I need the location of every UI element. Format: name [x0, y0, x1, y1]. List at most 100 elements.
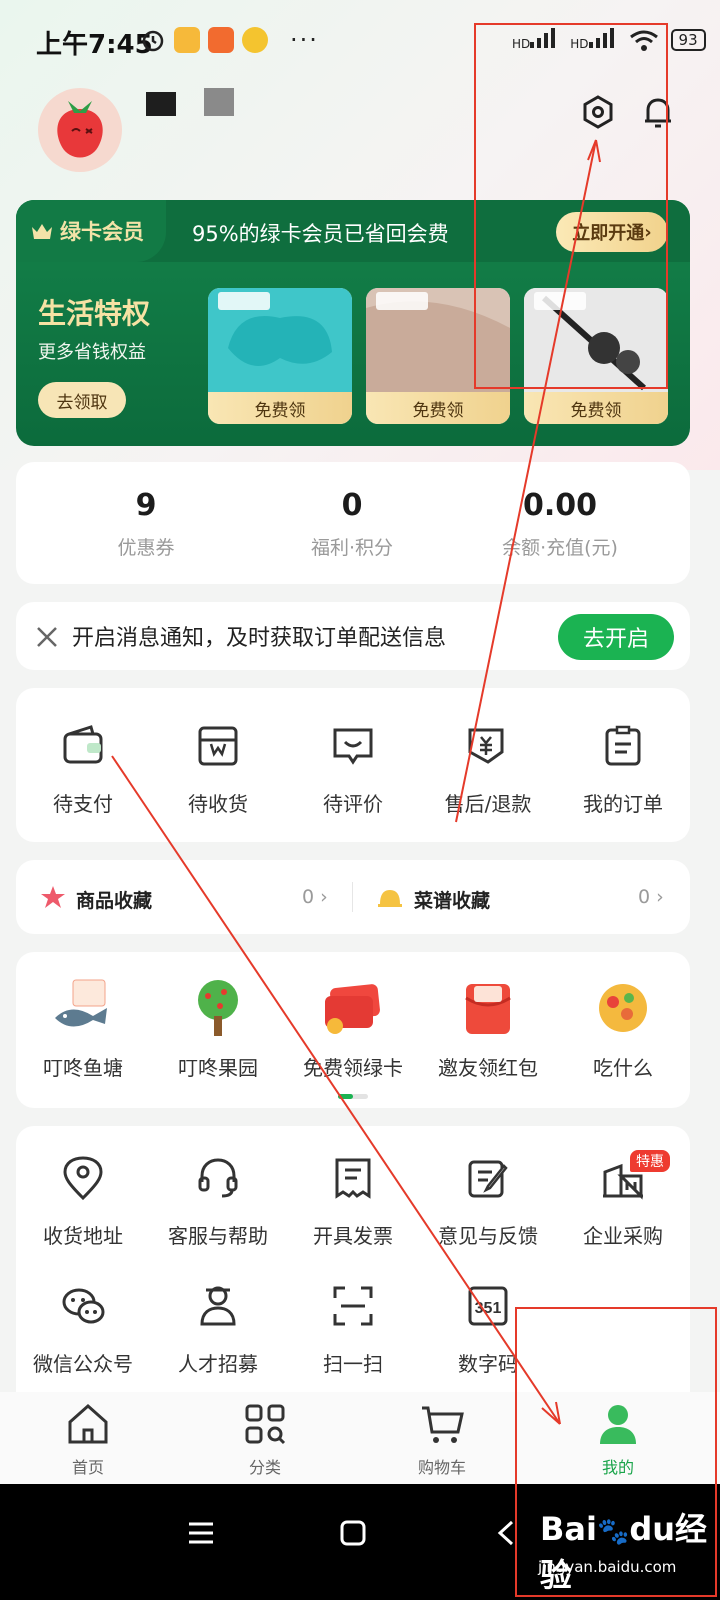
tab-label: 首页: [71, 1458, 104, 1477]
promo-fish-pond[interactable]: 叮咚鱼塘: [16, 978, 150, 1081]
red-packet-icon: [465, 984, 511, 1034]
tab-home[interactable]: 首页: [38, 1400, 138, 1478]
notification-banner: 开启消息通知，及时获取订单配送信息 去开启: [16, 602, 690, 670]
cart-icon: [422, 1406, 464, 1443]
battery-indicator: 93: [670, 28, 706, 51]
tree-icon: [198, 980, 238, 1036]
order-refund[interactable]: 售后/退款: [421, 722, 555, 817]
services-card: 收货地址 客服与帮助 开具发票 意见与反馈 特惠 企业采购 微信公众号 人才招募…: [16, 1126, 690, 1416]
order-pending-delivery[interactable]: 待收货: [151, 722, 285, 817]
signal-label: HD: [570, 37, 589, 51]
promo-invite-red-packet[interactable]: 邀友领红包: [421, 978, 555, 1081]
signal-icon: HD: [570, 28, 616, 51]
service-digital-code[interactable]: 351 数字码: [421, 1282, 555, 1377]
orders-card: 待支付 待收货 待评价 售后/退款 我的订单: [16, 688, 690, 842]
promo-what-to-eat[interactable]: 吃什么: [556, 978, 690, 1081]
points-stat[interactable]: 0 福利·积分: [242, 488, 462, 560]
brand-logo-icon: [376, 292, 428, 310]
recipe-favorites-label[interactable]: 菜谱收藏: [414, 886, 490, 913]
order-pending-payment[interactable]: 待支付: [16, 722, 150, 817]
coupon-stat[interactable]: 9 优惠券: [36, 488, 256, 560]
vip-claim-button[interactable]: 去领取: [38, 382, 126, 418]
carousel-indicator: [338, 1094, 368, 1099]
more-icon: ···: [290, 26, 319, 54]
back-icon[interactable]: [494, 1518, 518, 1548]
goods-favorites-label[interactable]: 商品收藏: [76, 886, 152, 913]
service-wechat-account[interactable]: 微信公众号: [16, 1282, 150, 1377]
avatar[interactable]: [38, 88, 122, 172]
bell-icon[interactable]: [640, 94, 676, 130]
favorites-count: 0: [302, 886, 315, 908]
order-label: 待支付: [53, 792, 113, 816]
status-notification-icons: ···: [140, 26, 319, 54]
service-address[interactable]: 收货地址: [16, 1154, 150, 1249]
promo-label: 邀友领红包: [438, 1056, 538, 1080]
vip-tagline: 95%的绿卡会员已省回会费: [192, 222, 449, 246]
vip-badge-label: 绿卡会员: [60, 220, 144, 244]
service-enterprise-purchase[interactable]: 特惠 企业采购: [556, 1150, 690, 1249]
my-orders[interactable]: 我的订单: [556, 722, 690, 817]
promo-free-green-card[interactable]: 免费领绿卡: [286, 978, 420, 1081]
tab-label: 分类: [248, 1458, 281, 1477]
order-pending-review[interactable]: 待评价: [286, 722, 420, 817]
bottom-tab-bar: 首页 分类 购物车 我的: [0, 1392, 720, 1484]
promo-orchard[interactable]: 叮咚果园: [151, 978, 285, 1081]
free-claim-button[interactable]: 免费领: [208, 392, 352, 424]
chevron-right-icon: ›: [320, 886, 328, 908]
free-claim-button[interactable]: 免费领: [366, 392, 510, 424]
crown-icon: [32, 224, 52, 239]
headset-icon: [198, 1158, 238, 1198]
tab-me[interactable]: 我的: [568, 1400, 668, 1478]
service-customer-help[interactable]: 客服与帮助: [151, 1154, 285, 1249]
vip-title: 生活特权: [38, 297, 151, 330]
vip-product-card[interactable]: 免费领: [366, 288, 510, 424]
promo-label: 免费领绿卡: [303, 1056, 403, 1080]
app-notification-icon: [208, 27, 234, 53]
vip-product-card[interactable]: 免费领: [524, 288, 668, 424]
status-time: 上午7:45: [36, 30, 153, 60]
tab-category[interactable]: 分类: [215, 1400, 315, 1478]
service-feedback[interactable]: 意见与反馈: [421, 1154, 555, 1249]
home-button-icon[interactable]: [338, 1518, 368, 1548]
divider: [352, 882, 353, 912]
order-list-icon: [605, 725, 641, 766]
vip-card[interactable]: 绿卡会员 95%的绿卡会员已省回会费 立即开通 › 生活特权 更多省钱权益 去领…: [16, 200, 690, 446]
vip-product-card[interactable]: 免费领: [208, 288, 352, 424]
order-label: 待评价: [323, 792, 383, 816]
tab-label: 我的: [601, 1458, 634, 1477]
goods-favorites-count[interactable]: 0 ›: [302, 886, 328, 908]
enable-notification-button[interactable]: 去开启: [558, 614, 674, 660]
weibo-icon: [242, 27, 268, 53]
stat-label: 福利·积分: [310, 537, 394, 559]
signal-label: HD: [512, 37, 531, 51]
recipe-bell-icon: [378, 890, 402, 907]
settings-icon[interactable]: [580, 94, 616, 130]
promo-label: 叮咚鱼塘: [43, 1056, 123, 1080]
feedback-icon: [468, 1160, 508, 1198]
service-label: 客服与帮助: [168, 1224, 268, 1248]
service-recruitment[interactable]: 人才招募: [151, 1282, 285, 1377]
app-notification-icon: [174, 27, 200, 53]
close-icon[interactable]: [34, 624, 60, 650]
vip-open-label: 立即开通: [572, 223, 645, 244]
tab-cart[interactable]: 购物车: [392, 1400, 492, 1478]
food-bowl-icon: [599, 984, 647, 1032]
chevron-right-icon: ›: [656, 886, 664, 908]
baidu-watermark-logo: Bai🐾du经验: [540, 1510, 708, 1594]
menu-icon[interactable]: [186, 1518, 216, 1548]
chevron-right-icon: ›: [644, 221, 652, 243]
profile-icon: [600, 1405, 636, 1444]
service-label: 数字码: [458, 1352, 518, 1376]
order-label: 售后/退款: [444, 792, 532, 816]
service-label: 微信公众号: [33, 1352, 133, 1376]
service-label: 人才招募: [178, 1352, 258, 1376]
service-invoice[interactable]: 开具发票: [286, 1154, 420, 1249]
recipe-favorites-count[interactable]: 0 ›: [638, 886, 664, 908]
tab-label: 购物车: [417, 1458, 466, 1477]
promotions-card: 叮咚鱼塘 叮咚果园 免费领绿卡 邀友领红包 吃什么: [16, 952, 690, 1108]
green-card-icon: [325, 984, 380, 1034]
vip-open-button[interactable]: 立即开通 ›: [556, 212, 668, 252]
free-claim-button[interactable]: 免费领: [524, 392, 668, 424]
balance-stat[interactable]: 0.00 余额·充值(元): [450, 488, 670, 560]
service-scan[interactable]: 扫一扫: [286, 1282, 420, 1377]
